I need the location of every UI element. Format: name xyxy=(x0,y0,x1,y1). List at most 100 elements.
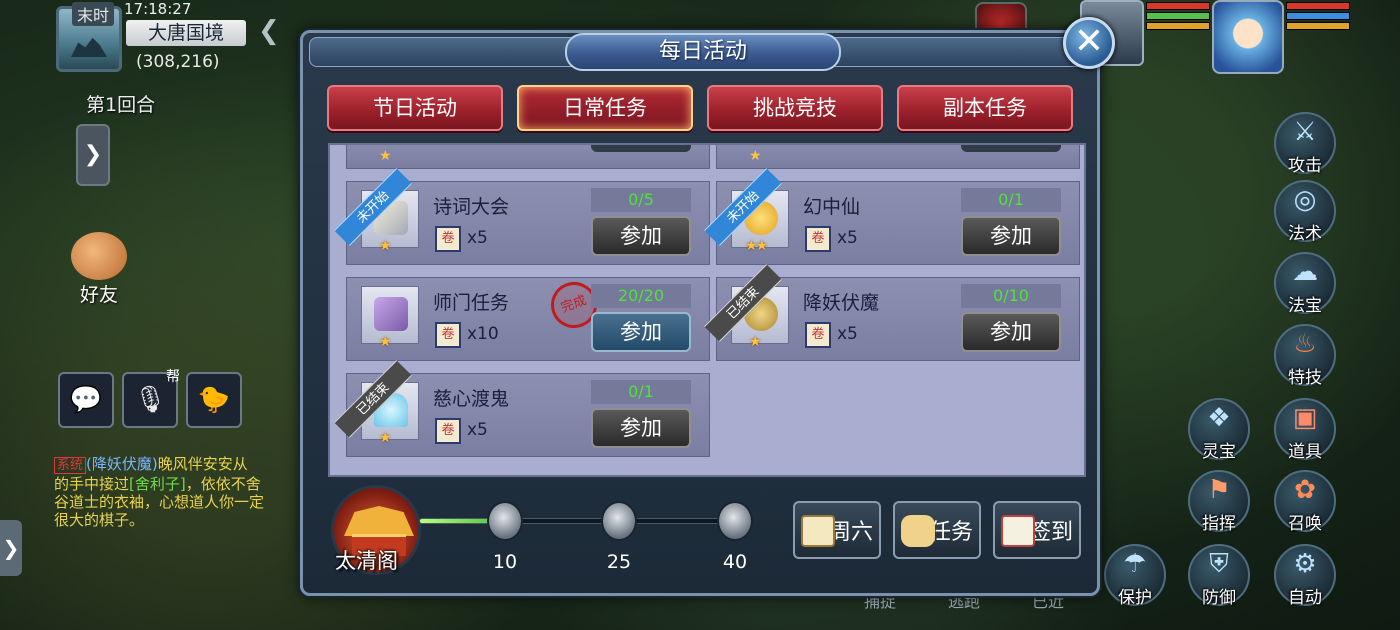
voice-button[interactable]: 🎙 帮 xyxy=(122,369,180,428)
join-button[interactable] xyxy=(591,145,691,152)
activity-card: ★ 师门任务 完成 卷 x10 20/20 参加 xyxy=(346,275,710,361)
reward-count: x5 xyxy=(837,324,858,344)
spirit-treasure-icon: ❖ xyxy=(1207,403,1231,433)
spirit-treasure-button[interactable]: ❖ 灵宝 xyxy=(1188,398,1250,462)
calendar-icon xyxy=(801,515,835,547)
join-button[interactable]: 参加 xyxy=(961,216,1061,256)
left-edge-expand-tab[interactable]: ❯ xyxy=(0,520,22,576)
magic-swirl-icon: ◎ xyxy=(1293,185,1317,215)
list-item: ★ xyxy=(716,145,1080,169)
location-panel[interactable]: 末时 17:18:27 大唐国境 (308,216) xyxy=(54,0,254,78)
activity-card: 已结束 ★ 降妖伏魔 卷 x5 0/10 参加 xyxy=(704,264,1080,361)
items-button[interactable]: ▣ 道具 xyxy=(1274,398,1336,462)
friends-button[interactable]: 好友 xyxy=(64,232,134,308)
reward-count: x5 xyxy=(467,420,488,440)
command-button[interactable]: ⚑ 指挥 xyxy=(1188,470,1250,534)
activity-progress-track xyxy=(419,518,749,524)
reward-ticket-icon: 卷 xyxy=(435,418,461,444)
milestone-reward-icon[interactable] xyxy=(717,501,753,541)
defend-button[interactable]: ⛨ 防御 xyxy=(1188,544,1250,608)
activity-name: 师门任务 xyxy=(433,292,510,314)
emote-button[interactable]: 🐤 xyxy=(186,372,242,428)
weekday-calendar-button[interactable]: 周六 xyxy=(793,501,881,559)
tasks-button[interactable]: 任务 xyxy=(893,501,981,559)
star-icon: ★ xyxy=(379,148,392,164)
protect-button[interactable]: ☂ 保护 xyxy=(1104,544,1166,608)
activity-card: 未开始 ★ 诗词大会 卷 x5 0/5 参加 xyxy=(334,168,710,265)
milestone-reward-icon[interactable] xyxy=(487,501,523,541)
activity-card: 未开始 ★★ 幻中仙 卷 x5 0/1 参加 xyxy=(704,168,1080,265)
protect-label: 保护 xyxy=(1118,588,1152,608)
close-button[interactable]: ✕ xyxy=(1063,17,1115,69)
activity-card: 已结束 ★ 慈心渡鬼 卷 x5 0/1 参加 xyxy=(334,360,710,457)
join-button[interactable]: 参加 xyxy=(591,216,691,256)
handshake-icon xyxy=(71,232,127,280)
defend-label: 防御 xyxy=(1202,588,1236,608)
star-icon: ★ xyxy=(379,334,391,350)
hp-bar xyxy=(1286,2,1350,10)
attack-button[interactable]: ⚔ 攻击 xyxy=(1274,112,1336,176)
log-text: ，依依不舍 xyxy=(185,475,261,493)
reward-ticket-icon: 卷 xyxy=(435,322,461,348)
list-item: ★ xyxy=(346,145,710,169)
umbrella-icon: ☂ xyxy=(1123,549,1147,579)
treasure-label: 法宝 xyxy=(1288,296,1322,316)
tab-daily[interactable]: 日常任务 xyxy=(517,85,693,131)
star-icon: ★ xyxy=(749,148,762,164)
microphone-icon: 🎙 xyxy=(133,385,167,415)
star-icon: ★ xyxy=(379,430,391,446)
reward-ticket-icon: 卷 xyxy=(805,322,831,348)
activity-name: 诗词大会 xyxy=(433,196,510,218)
weekday-label: 周六 xyxy=(828,520,873,545)
special-skill-button[interactable]: ♨ 特技 xyxy=(1274,324,1336,388)
join-button[interactable]: 参加 xyxy=(961,312,1061,352)
log-text: 很大的棋子。 xyxy=(54,511,145,527)
side-expand-tab[interactable]: ❯ xyxy=(76,124,110,186)
treasure-button[interactable]: ☁ 法宝 xyxy=(1274,252,1336,316)
friends-label: 好友 xyxy=(79,284,118,306)
sp-bar xyxy=(1286,22,1350,30)
emote-pet-icon: 🐤 xyxy=(197,385,231,415)
join-button[interactable]: 参加 xyxy=(591,312,691,352)
tab-challenge[interactable]: 挑战竞技 xyxy=(707,85,883,131)
close-icon: ✕ xyxy=(1073,21,1105,62)
chat-bubble-button[interactable]: 💬 xyxy=(58,372,114,428)
auto-button[interactable]: ⚙ 自动 xyxy=(1274,544,1336,608)
log-quest-name: (降妖伏魔) xyxy=(86,455,158,473)
activity-name: 降妖伏魔 xyxy=(803,292,880,314)
join-button[interactable]: 参加 xyxy=(591,408,691,448)
activity-progress: 20/20 xyxy=(591,284,691,308)
milestone-label: 40 xyxy=(722,551,748,573)
tab-festival[interactable]: 节日活动 xyxy=(327,85,503,131)
log-item-link[interactable]: [舍利子] xyxy=(129,475,186,493)
items-label: 道具 xyxy=(1288,442,1322,462)
mp-bar xyxy=(1146,12,1210,20)
pavilion-roof xyxy=(344,506,414,536)
log-text: 谷道士的衣袖，心想道人你一定 xyxy=(54,493,265,511)
activity-progress: 0/5 xyxy=(591,188,691,212)
join-button[interactable] xyxy=(961,145,1061,152)
guild-channel-label: 帮 xyxy=(166,369,180,385)
checkin-button[interactable]: 签到 xyxy=(993,501,1081,559)
player-portrait[interactable] xyxy=(1212,0,1284,74)
attack-label: 攻击 xyxy=(1288,156,1322,176)
daily-activity-panel: 每日活动 ✕ 节日活动 日常任务 挑战竞技 副本任务 ★ ★ 未开始 ★ 诗词大… xyxy=(300,17,1115,596)
collapse-arrow-icon[interactable]: ❮ xyxy=(258,16,282,46)
tab-dungeon[interactable]: 副本任务 xyxy=(897,85,1073,131)
activity-list[interactable]: ★ ★ 未开始 ★ 诗词大会 卷 x5 0/5 参加 未开始 ★★ 幻中仙 卷 … xyxy=(328,143,1086,477)
activity-thumb xyxy=(361,286,419,344)
star-icon: ★★ xyxy=(745,238,768,254)
summon-button[interactable]: ✿ 召唤 xyxy=(1274,470,1336,534)
reward-count: x10 xyxy=(467,324,499,344)
magic-button[interactable]: ◎ 法术 xyxy=(1274,180,1336,244)
milestone-reward-icon[interactable] xyxy=(601,501,637,541)
chat-controls: 💬 🎙 帮 🐤 xyxy=(58,369,242,428)
system-tag: 系统 xyxy=(54,457,87,474)
sword-icon: ⚔ xyxy=(1293,117,1317,147)
time-period-label: 末时 xyxy=(72,2,115,26)
activity-progress: 0/1 xyxy=(591,380,691,404)
log-text: 的手中接过 xyxy=(54,475,130,493)
gear-icon: ⚙ xyxy=(1293,549,1317,579)
milestone-label: 25 xyxy=(606,551,632,573)
flame-icon: ♨ xyxy=(1293,329,1317,359)
